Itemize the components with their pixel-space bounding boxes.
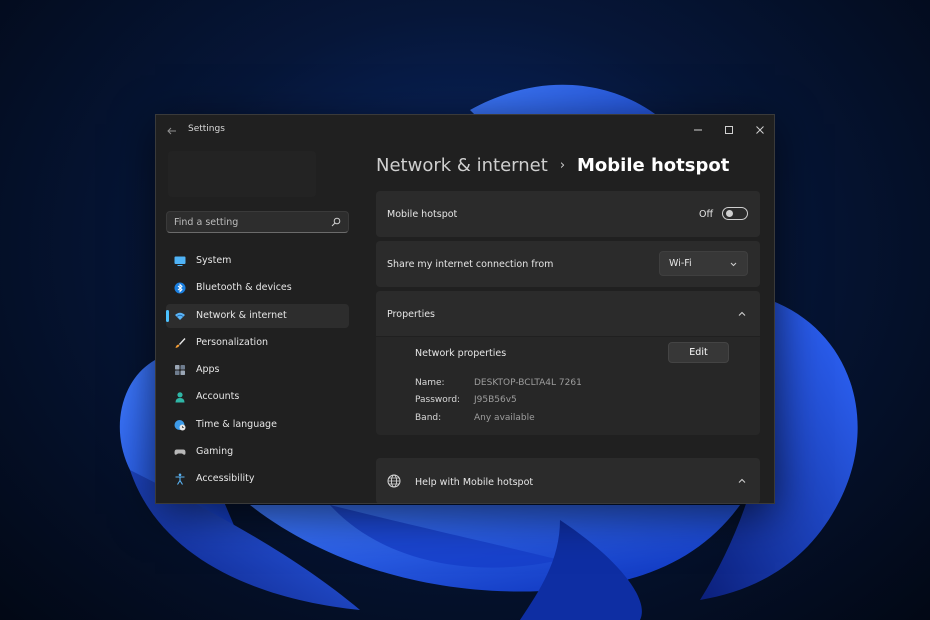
bluetooth-icon — [174, 282, 186, 294]
name-value: DESKTOP-BCLTA4L 7261 — [474, 378, 582, 388]
properties-header[interactable]: Properties — [376, 291, 760, 336]
band-value: Any available — [474, 413, 535, 423]
sidebar-item-system[interactable]: System — [166, 249, 349, 273]
help-card[interactable]: Help with Mobile hotspot — [376, 458, 760, 503]
chevron-up-icon[interactable] — [736, 475, 748, 487]
globe-clock-icon — [174, 419, 186, 431]
sidebar-item-label: Accessibility — [196, 473, 255, 485]
sidebar-item-gaming[interactable]: Gaming — [166, 440, 349, 464]
sidebar-item-label: Bluetooth & devices — [196, 282, 292, 294]
accessibility-icon — [175, 473, 185, 486]
monitor-icon — [174, 256, 186, 266]
sidebar-item-accounts[interactable]: Accounts — [166, 385, 349, 409]
arrow-left-icon — [167, 127, 176, 135]
breadcrumb-separator: › — [559, 158, 566, 173]
close-icon — [756, 126, 764, 134]
brush-icon — [175, 337, 186, 348]
sidebar-item-label: Personalization — [196, 336, 269, 348]
sidebar-item-accessibility[interactable]: Accessibility — [166, 467, 349, 491]
properties-details: Network properties Edit Name: DESKTOP-BC… — [376, 337, 760, 435]
maximize-icon — [725, 126, 733, 134]
globe-icon — [387, 474, 401, 488]
sidebar-item-label: Apps — [196, 364, 220, 376]
share-connection-label: Share my internet connection from — [387, 259, 554, 270]
mobile-hotspot-card: Mobile hotspot Off — [376, 191, 760, 237]
edit-button[interactable]: Edit — [668, 342, 729, 363]
password-key: Password: — [415, 395, 461, 405]
person-icon — [175, 392, 185, 403]
app-title: Settings — [188, 124, 225, 134]
back-button[interactable] — [164, 123, 180, 139]
minimize-icon — [694, 129, 702, 131]
search-box[interactable] — [166, 211, 349, 233]
maximize-button[interactable] — [715, 120, 743, 140]
network-properties-label: Network properties — [415, 348, 507, 359]
toggle-state-label: Off — [699, 209, 714, 220]
close-button[interactable] — [746, 120, 774, 140]
properties-label: Properties — [387, 309, 436, 320]
title-bar: Settings — [156, 115, 774, 147]
wifi-icon — [175, 312, 185, 320]
sidebar-item-time-language[interactable]: Time & language — [166, 413, 349, 437]
name-key: Name: — [415, 378, 445, 388]
share-connection-card: Share my internet connection from Wi-Fi — [376, 241, 760, 287]
search-input[interactable] — [174, 212, 324, 232]
mobile-hotspot-toggle[interactable] — [722, 207, 748, 220]
mobile-hotspot-label: Mobile hotspot — [387, 209, 458, 220]
chevron-down-icon — [730, 262, 737, 267]
sidebar-item-apps[interactable]: Apps — [166, 358, 349, 382]
chevron-up-icon[interactable] — [736, 308, 748, 320]
page-title: Mobile hotspot — [577, 155, 730, 176]
breadcrumb: Network & internet › Mobile hotspot — [376, 155, 729, 179]
toggle-knob — [726, 210, 733, 217]
breadcrumb-parent-link[interactable]: Network & internet — [376, 155, 548, 176]
sidebar-item-label: Time & language — [196, 418, 277, 430]
dropdown-selected-value: Wi-Fi — [669, 258, 692, 269]
help-label: Help with Mobile hotspot — [415, 477, 534, 488]
gamepad-icon — [174, 449, 186, 455]
sidebar-item-personalization[interactable]: Personalization — [166, 331, 349, 355]
minimize-button[interactable] — [684, 120, 712, 140]
sidebar-item-label: System — [196, 255, 232, 266]
sidebar-item-label: Gaming — [196, 446, 234, 458]
settings-window: Settings System — [155, 114, 775, 504]
sidebar-item-label: Network & internet — [196, 309, 287, 321]
sidebar-item-bluetooth-devices[interactable]: Bluetooth & devices — [166, 276, 349, 300]
apps-grid-icon — [175, 365, 185, 376]
sidebar-nav: System Bluetooth & devices Network & int… — [166, 249, 349, 495]
user-profile-area[interactable] — [168, 151, 316, 197]
band-key: Band: — [415, 413, 442, 423]
search-icon[interactable] — [331, 217, 341, 227]
sidebar-item-label: Accounts — [196, 391, 240, 403]
connection-source-dropdown[interactable]: Wi-Fi — [659, 251, 748, 276]
password-value: J95B56v5 — [474, 395, 517, 405]
sidebar-item-network-internet[interactable]: Network & internet — [166, 303, 349, 328]
